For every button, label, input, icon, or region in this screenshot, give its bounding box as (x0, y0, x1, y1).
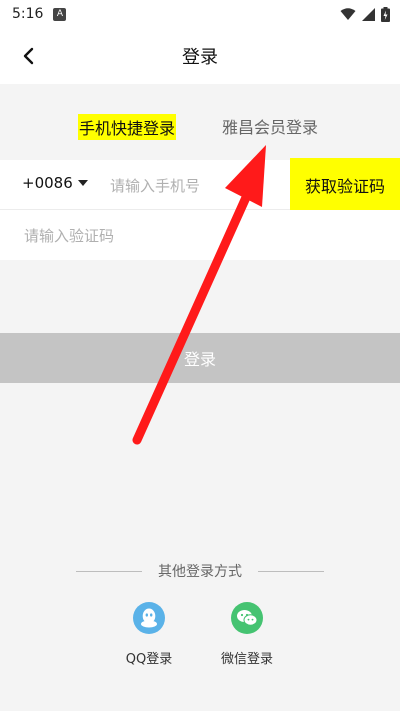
login-button[interactable]: 登录 (0, 333, 400, 383)
country-code-selector[interactable]: +0086 (22, 174, 88, 192)
wifi-icon (340, 7, 356, 20)
tab-artron-member-login[interactable]: 雅昌会员登录 (222, 114, 318, 138)
status-icons (340, 6, 390, 22)
get-code-button[interactable]: 获取验证码 (290, 158, 400, 212)
top-app-bar: 登录 (0, 28, 400, 84)
signal-icon (362, 7, 375, 21)
wechat-login-button[interactable]: 微信登录 (207, 602, 287, 667)
qq-icon (133, 602, 165, 634)
verification-code-input[interactable] (22, 222, 326, 250)
back-button[interactable] (10, 36, 46, 76)
tab-phone-quick-login[interactable]: 手机快捷登录 (78, 114, 177, 140)
country-code-value: +0086 (22, 174, 73, 192)
caret-down-icon (77, 180, 88, 186)
other-login-divider: 其他登录方式 (0, 561, 400, 581)
status-bar: 5:16 A (0, 0, 400, 28)
wechat-icon (231, 602, 263, 634)
login-tabs: 手机快捷登录 雅昌会员登录 (0, 100, 400, 152)
divider-right (258, 570, 324, 572)
page-title: 登录 (182, 47, 218, 68)
code-row (0, 210, 400, 260)
chevron-left-icon (23, 47, 34, 65)
qq-penguin-icon (141, 608, 157, 628)
other-login-title: 其他登录方式 (158, 564, 242, 580)
qq-login-label: QQ登录 (125, 652, 173, 667)
divider-left (76, 570, 142, 572)
status-time: 5:16 (12, 6, 44, 22)
phone-input[interactable] (108, 172, 282, 200)
battery-icon (381, 6, 390, 22)
wechat-bubbles-icon (237, 610, 258, 626)
notification-a-icon: A (53, 7, 67, 21)
qq-login-button[interactable]: QQ登录 (109, 602, 189, 667)
wechat-login-label: 微信登录 (220, 652, 273, 667)
